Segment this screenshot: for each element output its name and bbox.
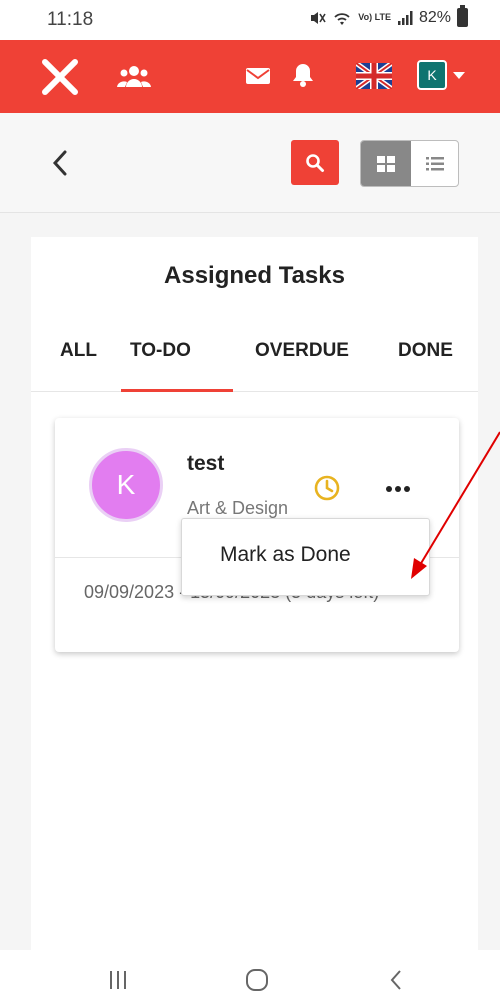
search-button[interactable] bbox=[291, 140, 339, 185]
task-name: test bbox=[187, 452, 225, 475]
status-icons: Vo) LTE 82% bbox=[308, 5, 468, 27]
users-icon[interactable] bbox=[116, 63, 152, 91]
uk-flag-icon[interactable] bbox=[356, 62, 392, 90]
grid-view-button[interactable] bbox=[361, 141, 411, 186]
recent-apps-icon[interactable] bbox=[98, 960, 138, 1000]
caret-down-icon[interactable] bbox=[452, 70, 466, 80]
mute-icon bbox=[311, 11, 326, 24]
app-header: K bbox=[0, 40, 500, 113]
home-icon[interactable] bbox=[237, 960, 277, 1000]
wifi-icon bbox=[334, 12, 350, 25]
back-button[interactable] bbox=[40, 143, 80, 183]
assigned-tasks-panel: Assigned Tasks ALL TO-DO OVERDUE DONE K … bbox=[31, 237, 478, 1003]
header-avatar[interactable]: K bbox=[417, 60, 447, 90]
tab-overdue[interactable]: OVERDUE bbox=[255, 340, 349, 392]
active-tab-indicator bbox=[121, 389, 233, 392]
tab-all[interactable]: ALL bbox=[60, 340, 97, 392]
grid-icon bbox=[377, 155, 395, 172]
chevron-left-icon bbox=[52, 150, 67, 176]
status-bar: 11:18 Vo) LTE 82% bbox=[0, 0, 500, 40]
task-tabs: ALL TO-DO OVERDUE DONE bbox=[31, 332, 478, 392]
task-avatar: K bbox=[89, 448, 163, 522]
task-category: Art & Design bbox=[187, 498, 289, 518]
x-logo-icon[interactable] bbox=[38, 55, 82, 99]
list-icon bbox=[425, 156, 444, 170]
list-view-button[interactable] bbox=[411, 141, 458, 186]
task-actions-menu: Mark as Done bbox=[181, 518, 430, 596]
system-back-icon[interactable] bbox=[376, 960, 416, 1000]
tab-done[interactable]: DONE bbox=[398, 340, 453, 392]
tab-todo[interactable]: TO-DO bbox=[130, 340, 191, 392]
mark-as-done-button[interactable]: Mark as Done bbox=[220, 543, 351, 567]
mail-icon[interactable] bbox=[245, 65, 271, 87]
view-toggle bbox=[360, 140, 459, 187]
network-label: Vo) LTE bbox=[358, 12, 391, 22]
signal-icon bbox=[397, 10, 413, 25]
clock-icon bbox=[313, 474, 341, 502]
bell-icon[interactable] bbox=[291, 61, 315, 89]
system-navigation-bar bbox=[0, 950, 500, 1003]
more-icon[interactable] bbox=[385, 480, 411, 492]
toolbar bbox=[0, 113, 500, 213]
battery-icon bbox=[457, 5, 468, 27]
page-title: Assigned Tasks bbox=[164, 262, 345, 289]
search-icon bbox=[306, 153, 324, 172]
status-time: 11:18 bbox=[47, 9, 94, 30]
battery-percent: 82% bbox=[418, 8, 451, 26]
